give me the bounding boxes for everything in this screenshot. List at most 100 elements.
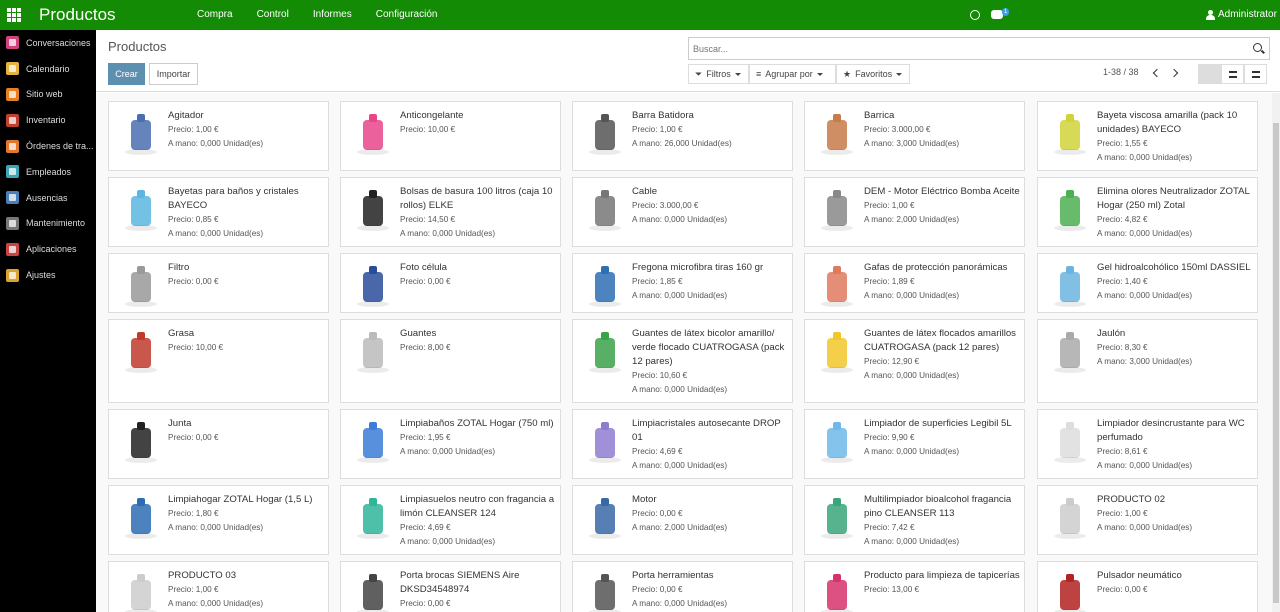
product-name[interactable]: Limpiabaños ZOTAL Hogar (750 ml) xyxy=(400,417,556,431)
product-name[interactable]: Jaulón xyxy=(1097,327,1253,341)
product-name[interactable]: PRODUCTO 03 xyxy=(168,569,324,583)
product-name[interactable]: Gafas de protección panorámicas xyxy=(864,261,1020,275)
product-name[interactable]: Multilimpiador bioalcohol fragancia pino… xyxy=(864,493,1020,521)
product-card[interactable]: Jaulón Precio: 8,30 € A mano: 3,000 Unidad… xyxy=(1037,319,1258,403)
product-card[interactable]: Elimina olores Neutralizador ZOTAL Hogar… xyxy=(1037,177,1258,247)
vertical-scrollbar[interactable] xyxy=(1272,93,1280,612)
product-name[interactable]: Guantes de látex flocados amarillos CUAT… xyxy=(864,327,1020,355)
product-card[interactable]: Gel hidroalcohólico 150ml DASSIEL Precio:… xyxy=(1037,253,1258,313)
product-name[interactable]: Filtro xyxy=(168,261,324,275)
product-card[interactable]: Guantes de látex flocados amarillos CUAT… xyxy=(804,319,1025,403)
product-name[interactable]: Porta brocas SIEMENS Aire DKSD34548974 xyxy=(400,569,556,597)
favorites-dropdown[interactable]: ★ Favoritos xyxy=(836,64,910,84)
search-icon[interactable] xyxy=(1253,43,1262,52)
product-name[interactable]: Foto célula xyxy=(400,261,556,275)
product-name[interactable]: Barrica xyxy=(864,109,1020,123)
product-card[interactable]: Gafas de protección panorámicas Precio: 1… xyxy=(804,253,1025,313)
sidebar-item[interactable]: Calendario xyxy=(0,56,96,82)
product-card[interactable]: Guantes de látex bicolor amarillo/ verde… xyxy=(572,319,793,403)
product-card[interactable]: Cable Precio: 3.000,00 € A mano: 0,000 Uni… xyxy=(572,177,793,247)
menu-item-informes[interactable]: Informes xyxy=(301,0,364,30)
product-card[interactable]: Foto célula Precio: 0,00 € xyxy=(340,253,561,313)
filters-dropdown[interactable]: ⏷ Filtros xyxy=(688,64,749,84)
product-card[interactable]: Guantes Precio: 8,00 € xyxy=(340,319,561,403)
grid-view-button[interactable] xyxy=(1244,64,1267,84)
product-name[interactable]: Elimina olores Neutralizador ZOTAL Hogar… xyxy=(1097,185,1253,213)
product-name[interactable]: Barra Batidora xyxy=(632,109,788,123)
product-card[interactable]: Multilimpiador bioalcohol fragancia pino… xyxy=(804,485,1025,555)
pager-next-icon[interactable] xyxy=(1169,68,1179,78)
product-name[interactable]: Bayeta viscosa amarilla (pack 10 unidade… xyxy=(1097,109,1253,137)
product-card[interactable]: Filtro Precio: 0,00 € xyxy=(108,253,329,313)
product-card[interactable]: Limpiacristales autosecante DROP 01 Preci… xyxy=(572,409,793,479)
product-name[interactable]: DEM - Motor Eléctrico Bomba Aceite xyxy=(864,185,1020,199)
activity-clock-icon[interactable] xyxy=(970,10,980,20)
product-card[interactable]: Pulsador neumático Precio: 0,00 € xyxy=(1037,561,1258,612)
product-name[interactable]: Limpiasuelos neutro con fragancia a limó… xyxy=(400,493,556,521)
group-by-dropdown[interactable]: ≡ Agrupar por xyxy=(749,64,836,84)
user-icon[interactable] xyxy=(1206,10,1215,20)
create-button[interactable]: Crear xyxy=(108,63,145,85)
product-name[interactable]: Grasa xyxy=(168,327,324,341)
search-input[interactable] xyxy=(689,38,1249,59)
product-card[interactable]: PRODUCTO 03 Precio: 1,00 € A mano: 0,000 U… xyxy=(108,561,329,612)
product-name[interactable]: Limpiador desincrustante para WC perfuma… xyxy=(1097,417,1253,445)
product-card[interactable]: Bolsas de basura 100 litros (caja 10 rol… xyxy=(340,177,561,247)
product-name[interactable]: Gel hidroalcohólico 150ml DASSIEL xyxy=(1097,261,1253,275)
product-card[interactable]: Limpiador de superficies Legibil 5L Preci… xyxy=(804,409,1025,479)
product-card[interactable]: Barrica Precio: 3.000,00 € A mano: 3,000 U… xyxy=(804,101,1025,171)
user-menu[interactable]: Administrator xyxy=(1218,0,1277,30)
sidebar-item[interactable]: Mantenimiento xyxy=(0,211,96,237)
sidebar-item[interactable]: Aplicaciones xyxy=(0,236,96,262)
product-card[interactable]: Porta herramientas Precio: 0,00 € A mano: … xyxy=(572,561,793,612)
pager-value[interactable]: 1-38 / 38 xyxy=(1103,67,1139,77)
product-card[interactable]: Junta Precio: 0,00 € xyxy=(108,409,329,479)
product-name[interactable]: Motor xyxy=(632,493,788,507)
product-card[interactable]: DEM - Motor Eléctrico Bomba Aceite Precio… xyxy=(804,177,1025,247)
product-name[interactable]: Junta xyxy=(168,417,324,431)
product-name[interactable]: Limpiador de superficies Legibil 5L xyxy=(864,417,1020,431)
sidebar-item[interactable]: Ajustes xyxy=(0,262,96,288)
import-button[interactable]: Importar xyxy=(149,63,198,85)
sidebar-item[interactable]: Inventario xyxy=(0,107,96,133)
menu-item-control[interactable]: Control xyxy=(245,0,301,30)
product-name[interactable]: Fregona microfibra tiras 160 gr xyxy=(632,261,788,275)
product-name[interactable]: Bayetas para baños y cristales BAYECO xyxy=(168,185,324,213)
product-card[interactable]: Barra Batidora Precio: 1,00 € A mano: 26,0… xyxy=(572,101,793,171)
menu-item-compra[interactable]: Compra xyxy=(176,0,245,30)
sidebar-item[interactable]: Órdenes de tra... xyxy=(0,133,96,159)
pager-previous-icon[interactable] xyxy=(1152,68,1162,78)
product-name[interactable]: Anticongelante xyxy=(400,109,556,123)
product-card[interactable]: Limpiahogar ZOTAL Hogar (1,5 L) Precio: 1… xyxy=(108,485,329,555)
product-card[interactable]: Anticongelante Precio: 10,00 € xyxy=(340,101,561,171)
product-name[interactable]: Producto para limpieza de tapicerías xyxy=(864,569,1020,583)
product-card[interactable]: Fregona microfibra tiras 160 gr Precio: 1… xyxy=(572,253,793,313)
product-card[interactable]: Bayetas para baños y cristales BAYECO Pre… xyxy=(108,177,329,247)
sidebar-item[interactable]: Ausencias xyxy=(0,185,96,211)
sidebar-item[interactable]: Empleados xyxy=(0,159,96,185)
product-name[interactable]: Guantes de látex bicolor amarillo/ verde… xyxy=(632,327,788,369)
product-card[interactable]: Limpiasuelos neutro con fragancia a limó… xyxy=(340,485,561,555)
product-name[interactable]: Porta herramientas xyxy=(632,569,788,583)
product-name[interactable]: PRODUCTO 02 xyxy=(1097,493,1253,507)
product-card[interactable]: PRODUCTO 02 Precio: 1,00 € A mano: 0,000 U… xyxy=(1037,485,1258,555)
product-name[interactable]: Guantes xyxy=(400,327,556,341)
sidebar-item[interactable]: Conversaciones xyxy=(0,30,96,56)
product-card[interactable]: Limpiabaños ZOTAL Hogar (750 ml) Precio: … xyxy=(340,409,561,479)
product-name[interactable]: Pulsador neumático xyxy=(1097,569,1253,583)
list-view-button[interactable] xyxy=(1221,64,1244,84)
product-card[interactable]: Grasa Precio: 10,00 € xyxy=(108,319,329,403)
product-card[interactable]: Motor Precio: 0,00 € A mano: 2,000 Unidad(… xyxy=(572,485,793,555)
product-card[interactable]: Limpiador desincrustante para WC perfuma… xyxy=(1037,409,1258,479)
scrollbar-thumb[interactable] xyxy=(1273,123,1279,603)
product-card[interactable]: Porta brocas SIEMENS Aire DKSD34548974 Pr… xyxy=(340,561,561,612)
product-name[interactable]: Limpiahogar ZOTAL Hogar (1,5 L) xyxy=(168,493,324,507)
apps-menu-icon[interactable] xyxy=(7,8,21,22)
menu-item-configuracion[interactable]: Configuración xyxy=(364,0,450,30)
product-name[interactable]: Limpiacristales autosecante DROP 01 xyxy=(632,417,788,445)
product-name[interactable]: Cable xyxy=(632,185,788,199)
sidebar-item[interactable]: Sitio web xyxy=(0,82,96,108)
product-card[interactable]: Producto para limpieza de tapicerías Prec… xyxy=(804,561,1025,612)
product-card[interactable]: Agitador Precio: 1,00 € A mano: 0,000 Unid… xyxy=(108,101,329,171)
kanban-view-button[interactable] xyxy=(1198,64,1221,84)
